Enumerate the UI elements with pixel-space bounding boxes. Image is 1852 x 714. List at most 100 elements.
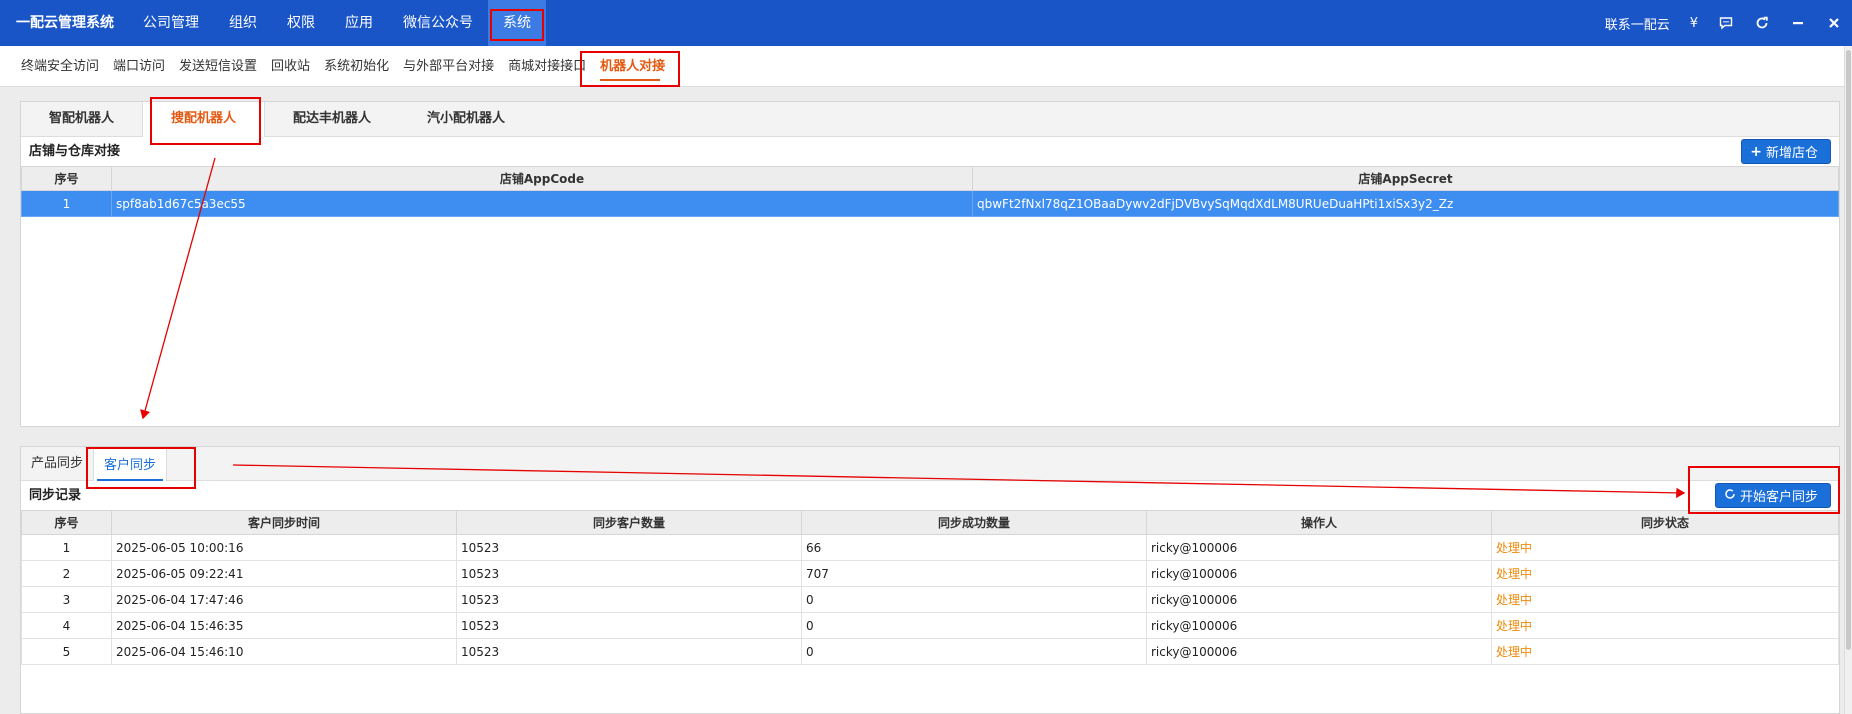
column-header[interactable]: 操作人 xyxy=(1146,510,1492,535)
sync-icon xyxy=(1724,488,1736,504)
cell-index: 4 xyxy=(21,612,112,639)
cell-appsecret: qbwFt2fNxl78qZ1OBaaDywv2dFjDVBvySqMqdXdL… xyxy=(972,190,1839,217)
store-section-bar: 店铺与仓库对接 + 新增店仓 xyxy=(21,137,1839,166)
table-row[interactable]: 4 2025-06-04 15:46:35 10523 0 ricky@1000… xyxy=(21,612,1839,639)
cell-status: 处理中 xyxy=(1491,560,1839,587)
add-store-label: 新增店仓 xyxy=(1765,146,1818,161)
cell-status: 处理中 xyxy=(1491,638,1839,665)
subnav-mall-interface[interactable]: 商城对接接口 xyxy=(501,46,593,87)
topnav-organization[interactable]: 组织 xyxy=(214,0,272,46)
column-header[interactable]: 序号 xyxy=(21,510,112,535)
sync-section-title: 同步记录 xyxy=(29,488,82,503)
cell-customer-count: 10523 xyxy=(456,586,802,613)
topnav-permission[interactable]: 权限 xyxy=(272,0,330,46)
sync-table: 序号 客户同步时间 同步客户数量 同步成功数量 操作人 同步状态 1 2025-… xyxy=(21,510,1839,665)
table-row[interactable]: 5 2025-06-04 15:46:10 10523 0 ricky@1000… xyxy=(21,638,1839,665)
cell-customer-count: 10523 xyxy=(456,534,802,561)
top-nav: 公司管理 组织 权限 应用 微信公众号 系统 xyxy=(128,0,546,46)
tab-soupei-robot[interactable]: 搜配机器人 xyxy=(142,102,266,137)
cell-operator: ricky@100006 xyxy=(1146,638,1492,665)
topnav-company[interactable]: 公司管理 xyxy=(128,0,214,46)
column-header[interactable]: 店铺AppSecret xyxy=(972,166,1839,191)
cell-success-count: 0 xyxy=(801,638,1147,665)
sub-nav: 终端安全访问 端口访问 发送短信设置 回收站 系统初始化 与外部平台对接 商城对… xyxy=(0,46,1852,87)
table-row[interactable]: 2 2025-06-05 09:22:41 10523 707 ricky@10… xyxy=(21,560,1839,587)
subnav-sms-settings[interactable]: 发送短信设置 xyxy=(172,46,264,87)
top-bar: 一配云管理系统 公司管理 组织 权限 应用 微信公众号 系统 联系一配云 ¥ xyxy=(0,0,1852,46)
cell-operator: ricky@100006 xyxy=(1146,534,1492,561)
cell-success-count: 0 xyxy=(801,586,1147,613)
cell-customer-count: 10523 xyxy=(456,612,802,639)
cell-index: 3 xyxy=(21,586,112,613)
refresh-icon[interactable] xyxy=(1754,15,1770,31)
cell-status: 处理中 xyxy=(1491,534,1839,561)
cell-index: 5 xyxy=(21,638,112,665)
scrollbar-thumb[interactable] xyxy=(1846,50,1851,650)
cell-sync-time: 2025-06-04 15:46:10 xyxy=(111,638,457,665)
cell-sync-time: 2025-06-05 10:00:16 xyxy=(111,534,457,561)
cell-operator: ricky@100006 xyxy=(1146,612,1492,639)
currency-link[interactable]: ¥ xyxy=(1690,16,1698,31)
cell-sync-time: 2025-06-04 17:47:46 xyxy=(111,586,457,613)
tab-product-sync[interactable]: 产品同步 xyxy=(21,447,93,480)
add-store-button[interactable]: + 新增店仓 xyxy=(1741,139,1831,164)
store-table: 序号 店铺AppCode 店铺AppSecret 1 spf8ab1d67c5a… xyxy=(21,166,1839,217)
message-icon[interactable] xyxy=(1718,15,1734,31)
robot-panel: 智配机器人 搜配机器人 配达丰机器人 汽小配机器人 店铺与仓库对接 + 新增店仓… xyxy=(20,101,1840,427)
cell-status: 处理中 xyxy=(1491,586,1839,613)
cell-index: 1 xyxy=(21,190,112,217)
cell-customer-count: 10523 xyxy=(456,560,802,587)
sync-tabs: 产品同步 客户同步 xyxy=(21,447,1839,481)
cell-success-count: 66 xyxy=(801,534,1147,561)
cell-success-count: 707 xyxy=(801,560,1147,587)
table-row[interactable]: 3 2025-06-04 17:47:46 10523 0 ricky@1000… xyxy=(21,586,1839,613)
page-scrollbar[interactable] xyxy=(1844,46,1852,714)
subnav-terminal-security[interactable]: 终端安全访问 xyxy=(14,46,106,87)
store-section-title: 店铺与仓库对接 xyxy=(29,144,121,159)
cell-sync-time: 2025-06-04 15:46:35 xyxy=(111,612,457,639)
column-header[interactable]: 同步成功数量 xyxy=(801,510,1147,535)
topnav-wechat[interactable]: 微信公众号 xyxy=(388,0,488,46)
cell-operator: ricky@100006 xyxy=(1146,586,1492,613)
contact-link[interactable]: 联系一配云 xyxy=(1605,14,1670,33)
table-header-row: 序号 店铺AppCode 店铺AppSecret xyxy=(21,166,1839,191)
cell-index: 2 xyxy=(21,560,112,587)
column-header[interactable]: 同步客户数量 xyxy=(456,510,802,535)
topnav-application[interactable]: 应用 xyxy=(330,0,388,46)
table-header-row: 序号 客户同步时间 同步客户数量 同步成功数量 操作人 同步状态 xyxy=(21,510,1839,535)
subnav-external-platform[interactable]: 与外部平台对接 xyxy=(396,46,501,87)
minimize-icon[interactable] xyxy=(1790,15,1806,31)
cell-status: 处理中 xyxy=(1491,612,1839,639)
table-row[interactable]: 1 2025-06-05 10:00:16 10523 66 ricky@100… xyxy=(21,534,1839,561)
robot-tabs: 智配机器人 搜配机器人 配达丰机器人 汽小配机器人 xyxy=(21,102,1839,137)
subnav-system-init[interactable]: 系统初始化 xyxy=(317,46,396,87)
start-customer-sync-button[interactable]: 开始客户同步 xyxy=(1714,483,1831,508)
column-header[interactable]: 客户同步时间 xyxy=(111,510,457,535)
cell-success-count: 0 xyxy=(801,612,1147,639)
top-right-tools: 联系一配云 ¥ xyxy=(1605,0,1842,46)
sync-panel: 产品同步 客户同步 同步记录 开始客户同步 序号 客户同步时间 同步客户数量 同… xyxy=(20,446,1840,714)
start-sync-label: 开始客户同步 xyxy=(1739,490,1818,505)
annotation-box xyxy=(490,9,544,41)
sync-section-bar: 同步记录 开始客户同步 xyxy=(21,481,1839,510)
tab-zhipei-robot[interactable]: 智配机器人 xyxy=(21,102,142,136)
subnav-robot-integration[interactable]: 机器人对接 xyxy=(593,46,672,87)
cell-index: 1 xyxy=(21,534,112,561)
cell-appcode: spf8ab1d67c5a3ec55 xyxy=(111,190,973,217)
cell-customer-count: 10523 xyxy=(456,638,802,665)
tab-qixiaopei-robot[interactable]: 汽小配机器人 xyxy=(399,102,533,136)
cell-sync-time: 2025-06-05 09:22:41 xyxy=(111,560,457,587)
cell-operator: ricky@100006 xyxy=(1146,560,1492,587)
close-icon[interactable] xyxy=(1826,15,1842,31)
subnav-recycle-bin[interactable]: 回收站 xyxy=(264,46,317,87)
column-header[interactable]: 序号 xyxy=(21,166,112,191)
column-header[interactable]: 同步状态 xyxy=(1491,510,1839,535)
plus-icon: + xyxy=(1750,143,1762,160)
tab-peidafeng-robot[interactable]: 配达丰机器人 xyxy=(265,102,399,136)
topnav-system[interactable]: 系统 xyxy=(488,0,546,46)
subnav-port-access[interactable]: 端口访问 xyxy=(106,46,172,87)
table-row[interactable]: 1 spf8ab1d67c5a3ec55 qbwFt2fNxl78qZ1OBaa… xyxy=(21,190,1839,217)
column-header[interactable]: 店铺AppCode xyxy=(111,166,973,191)
tab-customer-sync[interactable]: 客户同步 xyxy=(93,448,168,481)
app-brand: 一配云管理系统 xyxy=(16,15,114,31)
